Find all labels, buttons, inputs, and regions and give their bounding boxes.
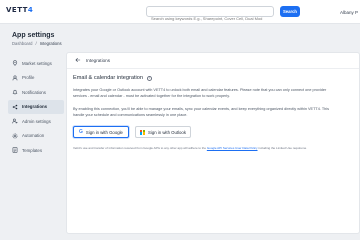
breadcrumb-separator: / — [35, 41, 37, 46]
google-button-label: Sign in with Google — [85, 129, 123, 135]
sidebar-item-notifications[interactable]: Notifications — [8, 85, 64, 99]
panel-header: Integrations — [67, 53, 359, 69]
admin-icon — [12, 118, 18, 124]
policy-note: Vett4's use and transfer of information … — [73, 146, 306, 150]
description-line: handle your schedule and communications … — [73, 113, 188, 117]
breadcrumb-dashboard[interactable]: Dashboard — [12, 41, 33, 46]
sidebar-item-label: Automation — [22, 133, 45, 138]
policy-note-text: Vett4's use and transfer of information … — [73, 146, 206, 150]
sidebar-item-label: Profile — [22, 75, 35, 80]
user-icon — [12, 74, 18, 81]
policy-note-end: including the Limited Use requireme — [258, 146, 307, 150]
breadcrumb: Dashboard / Integrations — [12, 41, 62, 46]
sidebar-item-market-settings[interactable]: Market settings — [8, 56, 64, 70]
google-icon: G — [79, 129, 83, 135]
sidebar-item-label: Templates — [22, 147, 43, 153]
search-box[interactable] — [146, 6, 274, 23]
integrations-panel: Integrations Email & calendar integratio… — [66, 52, 360, 234]
sidebar-item-profile[interactable]: Profile — [8, 71, 64, 85]
outlook-button-label: Sign in with Outlook — [148, 129, 186, 135]
pin-icon — [12, 60, 18, 66]
sidebar-item-label: Admin settings — [22, 118, 51, 124]
sidebar-item-automation[interactable]: Automation — [8, 129, 64, 143]
template-icon — [12, 147, 18, 153]
section-title: Email & calendar integration i — [73, 75, 152, 81]
search-button[interactable]: Search — [280, 6, 300, 17]
sidebar-item-label: Notifications — [22, 89, 46, 95]
policy-link[interactable]: Google API Services User Data Policy — [207, 146, 258, 150]
gear-icon — [12, 133, 18, 139]
description-line: By enabling this connection, you'll be a… — [73, 107, 330, 111]
sidebar-item-label: Market settings — [22, 60, 52, 66]
search-input[interactable] — [147, 14, 273, 23]
user-name[interactable]: Albany P — [340, 10, 358, 15]
section-title-text: Email & calendar integration — [73, 75, 143, 81]
bell-icon — [12, 89, 18, 95]
page-title: App settings — [12, 32, 55, 39]
settings-sidebar: Market settings Profile Notifications In… — [8, 56, 64, 158]
sidebar-item-admin-settings[interactable]: Admin settings — [8, 114, 64, 128]
description-line: Integrates your Google or Outlook accoun… — [73, 88, 327, 92]
sidebar-item-templates[interactable]: Templates — [8, 143, 64, 157]
info-icon[interactable]: i — [146, 75, 152, 81]
sidebar-item-label: Integrations — [22, 104, 48, 109]
description-line: services - email and calendar - must be … — [73, 94, 230, 98]
app-logo[interactable]: VETT4 — [6, 6, 33, 14]
sign-in-google-button[interactable]: G Sign in with Google — [73, 126, 129, 138]
top-bar: VETT4 Search Albany P — [0, 0, 360, 24]
breadcrumb-current: Integrations — [39, 41, 62, 46]
microsoft-icon — [140, 129, 145, 135]
share-icon — [12, 104, 18, 110]
back-arrow-icon[interactable] — [75, 57, 81, 64]
sign-in-outlook-button[interactable]: Sign in with Outlook — [135, 126, 191, 138]
sidebar-item-integrations[interactable]: Integrations — [8, 99, 64, 114]
panel-header-title: Integrations — [86, 58, 111, 63]
